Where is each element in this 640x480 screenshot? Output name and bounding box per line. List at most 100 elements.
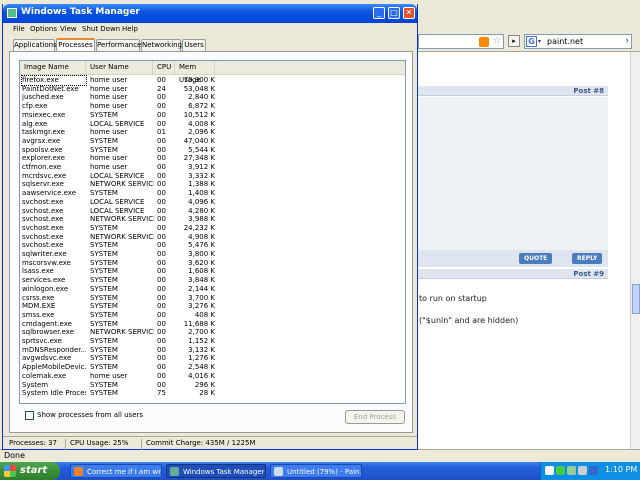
tab-users[interactable]: Users	[182, 39, 206, 51]
menu-shut-down[interactable]: Shut Down	[82, 25, 120, 33]
cell-mem-usage: 3,620 K	[188, 258, 215, 267]
taskbar-task-paint-net[interactable]: Untitled (79%) - Pain...	[270, 464, 362, 478]
table-row[interactable]: PaintDotNet.exe home user 24 53,048 K	[20, 85, 405, 94]
table-row[interactable]: svchost.exe NETWORK SERVICE 00 4,908 K	[20, 233, 405, 242]
maximize-button[interactable]: □	[388, 7, 400, 19]
table-row[interactable]: svchost.exe SYSTEM 00 5,476 K	[20, 241, 405, 250]
shield-icon[interactable]	[556, 466, 565, 475]
cell-image-name: mcrdsvc.exe	[22, 171, 67, 180]
tab-processes[interactable]: Processes	[56, 38, 95, 51]
table-row[interactable]: System SYSTEM 00 296 K	[20, 381, 405, 390]
google-icon[interactable]: G	[526, 36, 537, 47]
table-row[interactable]: cfp.exe home user 00 6,872 K	[20, 102, 405, 111]
post-number[interactable]: Post #9	[573, 270, 604, 278]
tray-icon[interactable]	[545, 466, 554, 475]
table-row[interactable]: mscorsvw.exe SYSTEM 00 3,620 K	[20, 259, 405, 268]
tab-performance[interactable]: Performance	[96, 39, 141, 51]
column-user-name[interactable]: User Name	[86, 61, 153, 74]
table-row[interactable]: spoolsv.exe SYSTEM 00 5,544 K	[20, 146, 405, 155]
post-number[interactable]: Post #8	[573, 87, 604, 95]
table-row[interactable]: csrss.exe SYSTEM 00 3,700 K	[20, 294, 405, 303]
menu-file[interactable]: File	[13, 25, 25, 33]
cell-mem-usage: 53,048 K	[183, 84, 215, 93]
tab-networking[interactable]: Networking	[141, 39, 182, 51]
table-row[interactable]: explorer.exe home user 00 27,348 K	[20, 154, 405, 163]
table-row[interactable]: winlogon.exe SYSTEM 00 2,144 K	[20, 285, 405, 294]
cell-image-name: System	[22, 380, 49, 389]
table-row[interactable]: sqlservr.exe NETWORK SERVICE 00 1,388 K	[20, 180, 405, 189]
table-row[interactable]: mDNSResponder.... SYSTEM 00 3,132 K	[20, 346, 405, 355]
title-bar[interactable]: Windows Task Manager _ □ ✕	[3, 4, 417, 23]
tab-applications[interactable]: Applications	[13, 39, 57, 51]
cell-user-name: home user	[90, 84, 128, 93]
menu-help[interactable]: Help	[122, 25, 138, 33]
table-row[interactable]: sqlwriter.exe SYSTEM 00 3,800 K	[20, 250, 405, 259]
table-row[interactable]: svchost.exe SYSTEM 00 24,232 K	[20, 224, 405, 233]
volume-icon[interactable]	[589, 466, 598, 475]
end-process-button[interactable]: End Process	[345, 410, 405, 424]
cell-user-name: SYSTEM	[90, 284, 118, 293]
column-image-name[interactable]: Image Name	[20, 61, 86, 74]
cell-user-name: NETWORK SERVICE	[90, 328, 154, 337]
cell-cpu: 00	[157, 180, 166, 189]
browser-scrollbar[interactable]	[630, 52, 640, 449]
rss-icon[interactable]	[479, 37, 489, 47]
process-list[interactable]: Image Name User Name CPU Mem Usage firef…	[19, 60, 406, 404]
table-row[interactable]: MDM.EXE SYSTEM 00 3,276 K	[20, 302, 405, 311]
close-button[interactable]: ✕	[403, 7, 415, 19]
column-cpu[interactable]: CPU	[153, 61, 175, 74]
table-row[interactable]: avgrsx.exe SYSTEM 00 47,040 K	[20, 137, 405, 146]
quote-button[interactable]: QUOTE	[519, 253, 553, 264]
cell-cpu: 00	[157, 345, 166, 354]
table-row[interactable]: AppleMobileDevic... SYSTEM 00 2,548 K	[20, 363, 405, 372]
column-mem-usage[interactable]: Mem Usage	[175, 61, 215, 84]
go-button[interactable]: ▸	[508, 35, 520, 47]
address-bar[interactable]: ☆	[418, 34, 504, 49]
star-icon[interactable]: ☆	[493, 36, 501, 46]
tray-icon[interactable]	[578, 466, 587, 475]
table-row[interactable]: svchost.exe LOCAL SERVICE 00 4,096 K	[20, 198, 405, 207]
table-row[interactable]: ctfmon.exe home user 00 3,912 K	[20, 163, 405, 172]
table-row[interactable]: services.exe SYSTEM 00 3,848 K	[20, 276, 405, 285]
cell-image-name: spoolsv.exe	[22, 145, 63, 154]
cell-image-name: AppleMobileDevic...	[22, 363, 86, 372]
scroll-thumb[interactable]	[632, 284, 640, 314]
taskbar-task-firefox[interactable]: Correct me if I am wr...	[70, 464, 162, 478]
reply-button[interactable]: REPLY	[572, 253, 603, 264]
cell-cpu: 00	[157, 310, 166, 319]
menu-view[interactable]: View	[60, 25, 77, 33]
table-row[interactable]: lsass.exe SYSTEM 00 1,608 K	[20, 267, 405, 276]
show-all-label[interactable]: Show processes from all users	[37, 411, 143, 419]
table-row[interactable]: sqlbrowser.exe NETWORK SERVICE 00 2,700 K	[20, 328, 405, 337]
table-row[interactable]: System Idle Process SYSTEM 75 28 K	[20, 389, 405, 398]
start-button[interactable]: start	[0, 462, 60, 480]
table-row[interactable]: svchost.exe NETWORK SERVICE 00 3,988 K	[20, 215, 405, 224]
table-row[interactable]: avgwdsvc.exe SYSTEM 00 1,276 K	[20, 354, 405, 363]
table-row[interactable]: alg.exe LOCAL SERVICE 00 4,008 K	[20, 120, 405, 129]
search-go-icon[interactable]: ›	[625, 36, 629, 46]
chevron-down-icon[interactable]: ▾	[538, 38, 541, 45]
menu-options[interactable]: Options	[30, 25, 57, 33]
table-row[interactable]: sprtsvc.exe SYSTEM 00 1,152 K	[20, 337, 405, 346]
table-row[interactable]: taskmgr.exe home user 01 2,096 K	[20, 128, 405, 137]
table-row[interactable]: firefox.exe home user 00 70,900 K	[20, 75, 405, 86]
table-row[interactable]: smss.exe SYSTEM 00 408 K	[20, 311, 405, 320]
status-divider	[141, 439, 142, 450]
cell-cpu: 00	[157, 197, 166, 206]
cell-mem-usage: 2,840 K	[188, 93, 215, 102]
taskbar-task-task-manager[interactable]: Windows Task Manager	[166, 464, 266, 478]
cell-image-name: cfp.exe	[22, 102, 48, 111]
table-row[interactable]: svchost.exe LOCAL SERVICE 00 4,280 K	[20, 207, 405, 216]
minimize-button[interactable]: _	[373, 7, 385, 19]
table-row[interactable]: cmdagent.exe SYSTEM 00 11,688 K	[20, 320, 405, 329]
table-row[interactable]: jusched.exe home user 00 2,840 K	[20, 93, 405, 102]
table-row[interactable]: mcrdsvc.exe LOCAL SERVICE 00 3,332 K	[20, 172, 405, 181]
search-input[interactable]: G ▾ paint.net ›	[524, 34, 632, 49]
cell-image-name: mDNSResponder....	[22, 345, 86, 354]
show-all-checkbox[interactable]	[25, 411, 34, 420]
table-row[interactable]: colemak.exe home user 00 4,016 K	[20, 372, 405, 381]
table-row[interactable]: msiexec.exe SYSTEM 00 10,512 K	[20, 111, 405, 120]
table-row[interactable]: aawservice.exe SYSTEM 00 1,408 K	[20, 189, 405, 198]
tray-icon[interactable]	[567, 466, 576, 475]
cell-image-name: explorer.exe	[22, 154, 65, 163]
